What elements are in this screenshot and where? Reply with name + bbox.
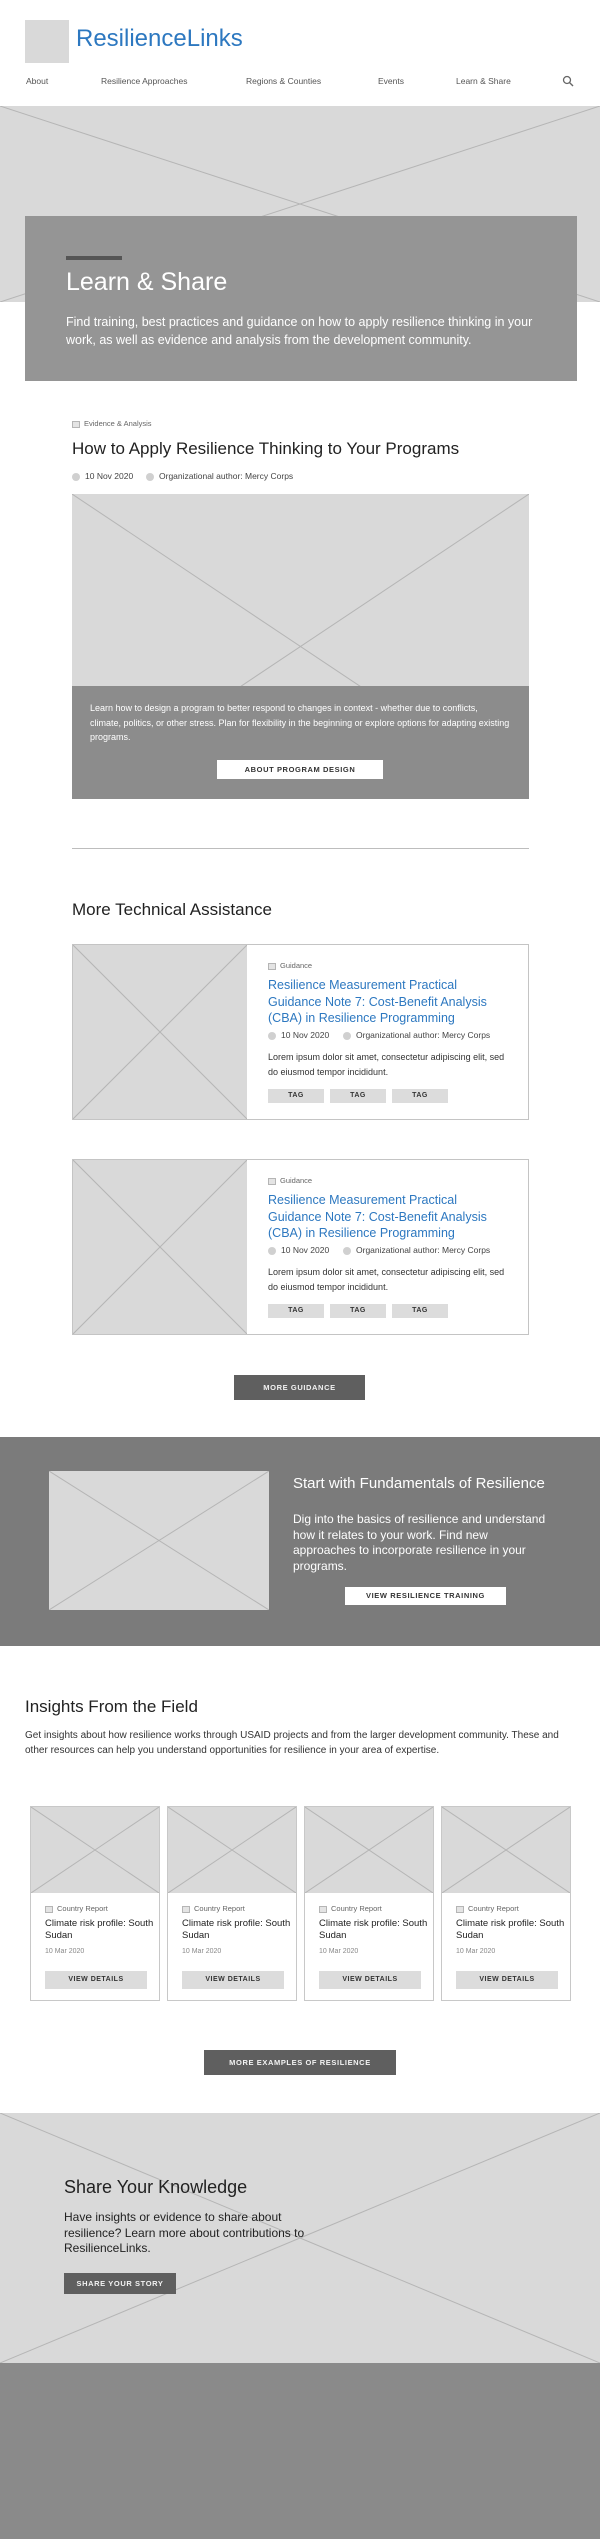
card-author: Organizational author: Mercy Corps [343,1245,490,1255]
hero-panel: Learn & Share Find training, best practi… [25,216,577,381]
site-name[interactable]: ResilienceLinks [76,25,243,53]
site-logo[interactable] [25,20,69,63]
nav-events[interactable]: Events [378,76,404,86]
hero-title: Learn & Share [66,268,228,296]
fundamentals-title: Start with Fundamentals of Resilience [293,1475,545,1492]
card-date: 10 Nov 2020 [268,1245,329,1255]
card-title[interactable]: Climate risk profile: South Sudan [319,1918,429,1942]
more-examples-button[interactable]: MORE EXAMPLES OF RESILIENCE [204,2050,396,2075]
share-your-story-button[interactable]: SHARE YOUR STORY [64,2273,176,2294]
card-tag-button[interactable]: TAG [268,1089,324,1103]
nav-resilience-approaches[interactable]: Resilience Approaches [101,76,187,86]
card-tag-button[interactable]: TAG [392,1304,448,1318]
fundamentals-section: Start with Fundamentals of Resilience Di… [0,1437,600,1646]
tag-icon [456,1905,464,1913]
card-image [305,1807,433,1893]
card-tag: Guidance [268,961,312,970]
featured-overlay-text: Learn how to design a program to better … [90,703,510,742]
tag-icon [319,1905,327,1913]
card-title[interactable]: Resilience Measurement Practical Guidanc… [268,1192,508,1242]
card-tag-button[interactable]: TAG [268,1304,324,1318]
card-tag: Country Report [319,1904,382,1913]
card-image [31,1807,159,1893]
card-title[interactable]: Climate risk profile: South Sudan [45,1918,155,1942]
card-tag: Country Report [45,1904,108,1913]
search-icon[interactable] [562,74,574,87]
technical-heading: More Technical Assistance [72,900,273,919]
fundamentals-image [49,1471,269,1610]
nav-learn-share[interactable]: Learn & Share [456,76,511,86]
share-text: Have insights or evidence to share about… [64,2210,305,2255]
tag-icon [268,1177,276,1185]
card-date: 10 Mar 2020 [182,1948,222,1955]
featured-date: 10 Nov 2020 [72,471,133,481]
tag-icon [45,1905,53,1913]
insights-heading: Insights From the Field [25,1697,198,1716]
card-title[interactable]: Resilience Measurement Practical Guidanc… [268,977,508,1027]
card-tag-button[interactable]: TAG [330,1304,386,1318]
more-guidance-button[interactable]: MORE GUIDANCE [234,1375,365,1400]
card-title[interactable]: Climate risk profile: South Sudan [182,1918,292,1942]
card-image [73,945,247,1119]
user-icon [343,1031,351,1040]
card-date: 10 Mar 2020 [45,1948,85,1955]
view-details-button[interactable]: VIEW DETAILS [456,1971,558,1989]
technical-card[interactable]: Guidance Resilience Measurement Practica… [72,1159,529,1335]
fundamentals-text: Dig into the basics of resilience and un… [293,1512,546,1573]
hero-accent-bar [66,256,122,260]
card-date: 10 Mar 2020 [456,1948,496,1955]
about-program-design-button[interactable]: ABOUT PROGRAM DESIGN [217,760,383,779]
view-details-button[interactable]: VIEW DETAILS [182,1971,284,1989]
nav-about[interactable]: About [26,76,48,86]
card-tag: Country Report [182,1904,245,1913]
featured-tag: Evidence & Analysis [72,419,152,428]
technical-card[interactable]: Guidance Resilience Measurement Practica… [72,944,529,1120]
tag-icon [268,962,276,970]
card-text: Lorem ipsum dolor sit amet, consectetur … [268,1267,505,1292]
card-date: 10 Mar 2020 [319,1948,359,1955]
calendar-icon [268,1031,276,1040]
card-tag-button[interactable]: TAG [330,1089,386,1103]
insight-card[interactable]: Country Report Climate risk profile: Sou… [441,1806,571,2001]
calendar-icon [72,472,80,481]
nav-regions[interactable]: Regions & Counties [246,76,321,86]
footer [0,2363,600,2539]
featured-title[interactable]: How to Apply Resilience Thinking to Your… [72,439,459,459]
hero-text: Find training, best practices and guidan… [66,315,533,347]
insight-card[interactable]: Country Report Climate risk profile: Sou… [167,1806,297,2001]
tag-icon [182,1905,190,1913]
view-details-button[interactable]: VIEW DETAILS [45,1971,147,1989]
tag-icon [72,420,80,428]
insights-text: Get insights about how resilience works … [25,1730,559,1756]
card-image [442,1807,570,1893]
user-icon [343,1246,351,1255]
card-image [73,1160,247,1334]
card-author: Organizational author: Mercy Corps [343,1030,490,1040]
card-tag: Guidance [268,1176,312,1185]
card-tag: Country Report [456,1904,519,1913]
card-image [168,1807,296,1893]
featured-author: Organizational author: Mercy Corps [146,471,293,481]
card-tag-button[interactable]: TAG [392,1089,448,1103]
divider [72,848,529,849]
card-text: Lorem ipsum dolor sit amet, consectetur … [268,1052,505,1077]
card-date: 10 Nov 2020 [268,1030,329,1040]
calendar-icon [268,1246,276,1255]
insight-card[interactable]: Country Report Climate risk profile: Sou… [30,1806,160,2001]
insight-card[interactable]: Country Report Climate risk profile: Sou… [304,1806,434,2001]
user-icon [146,472,154,481]
view-details-button[interactable]: VIEW DETAILS [319,1971,421,1989]
share-title: Share Your Knowledge [64,2177,248,2197]
view-resilience-training-button[interactable]: VIEW RESILIENCE TRAINING [345,1587,506,1605]
card-title[interactable]: Climate risk profile: South Sudan [456,1918,566,1942]
featured-overlay: Learn how to design a program to better … [72,686,529,799]
